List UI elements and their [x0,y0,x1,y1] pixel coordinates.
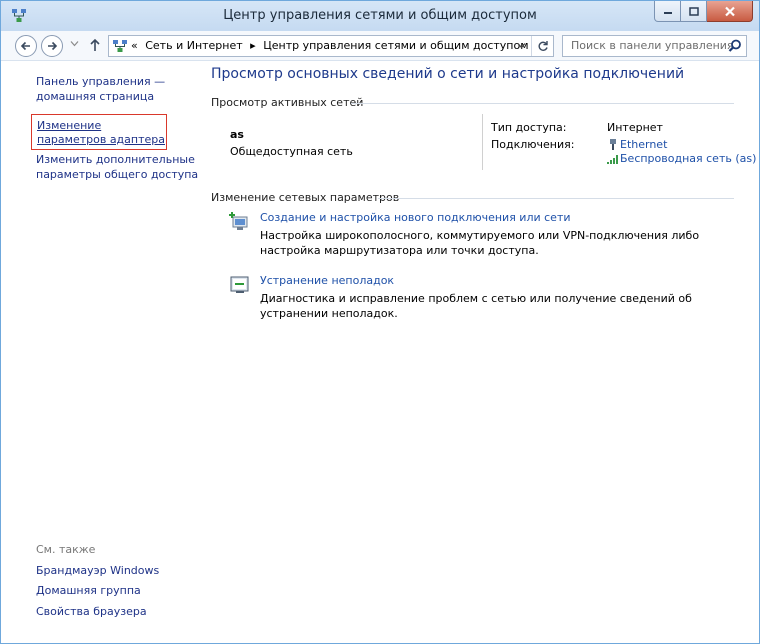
access-type-label: Тип доступа: [491,121,567,134]
recent-locations-dropdown-icon[interactable] [70,40,79,47]
breadcrumb: « Сеть и Интернет ▸ Центр управления сет… [131,39,533,52]
arrow-right-icon [48,41,58,51]
up-arrow-icon[interactable] [89,38,101,52]
search-input[interactable]: Поиск в панели управления [571,39,734,52]
active-networks-heading: Просмотр активных сетей [211,96,364,109]
troubleshoot-link[interactable]: Устранение неполадок [260,274,394,287]
breadcrumb-overflow[interactable]: « [131,39,138,52]
change-settings-heading: Изменение сетевых параметров [211,191,400,204]
network-name: as [230,128,244,141]
refresh-icon [538,41,548,51]
task-new-connection: Создание и настройка нового подключения … [229,211,734,257]
new-connection-icon [229,212,248,230]
minimize-button[interactable] [654,1,681,22]
access-type-value: Интернет [607,121,663,134]
navigation-bar: « Сеть и Интернет ▸ Центр управления сет… [1,31,759,61]
network-location-icon [113,40,127,52]
connections-label: Подключения: [491,138,575,151]
page-title: Просмотр основных сведений о сети и наст… [211,66,685,82]
control-panel-home-link[interactable]: Панель управления — домашняя страница [36,74,196,104]
troubleshoot-description: Диагностика и исправление проблем с сеть… [260,292,692,320]
arrow-left-icon [20,41,30,51]
network-info-divider [482,114,483,170]
wireless-connection-link[interactable]: Беспроводная сеть (as) [607,152,756,165]
windows-firewall-link[interactable]: Брандмауэр Windows [36,564,159,577]
address-bar[interactable]: « Сеть и Интернет ▸ Центр управления сет… [108,35,554,57]
maximize-icon [688,6,699,16]
troubleshoot-icon [230,276,249,293]
search-box[interactable]: Поиск в панели управления [562,35,747,57]
change-adapter-settings-link[interactable]: Изменение параметров адаптера [31,114,167,150]
task-troubleshoot: Устранение неполадок Диагностика и испра… [229,274,734,320]
left-task-pane: Панель управления — домашняя страница Из… [1,62,201,642]
see-also-heading: См. также [36,543,96,556]
wireless-signal-icon [607,155,618,164]
ethernet-icon [610,139,616,150]
ethernet-connection-label: Ethernet [620,138,668,151]
main-content: Просмотр основных сведений о сети и наст… [211,62,756,642]
breadcrumb-item-network-center[interactable]: Центр управления сетями и общим доступом [263,39,528,52]
breadcrumb-item-network-internet[interactable]: Сеть и Интернет [145,39,242,52]
ethernet-connection-link[interactable]: Ethernet [607,138,667,151]
forward-button[interactable] [41,35,63,57]
close-button[interactable] [707,1,753,22]
minimize-icon [663,12,672,14]
section-divider [351,103,734,104]
new-connection-link[interactable]: Создание и настройка нового подключения … [260,211,571,224]
close-icon [724,6,735,16]
new-connection-description: Настройка широкополосного, коммутируемог… [260,229,700,257]
window-controls [654,1,753,23]
back-button[interactable] [15,35,37,57]
homegroup-link[interactable]: Домашняя группа [36,584,141,597]
network-category[interactable]: Общедоступная сеть [230,145,353,158]
maximize-button[interactable] [681,1,707,22]
control-panel-window: Центр управления сетями и общим доступом [0,0,760,644]
advanced-sharing-settings-link[interactable]: Изменить дополнительные параметры общего… [36,152,201,182]
refresh-button[interactable] [531,36,553,56]
address-dropdown-icon[interactable] [517,42,526,49]
breadcrumb-separator: ▸ [250,39,256,52]
browser-properties-link[interactable]: Свойства браузера [36,605,147,618]
title-bar[interactable]: Центр управления сетями и общим доступом [1,1,759,31]
section-divider [378,198,734,199]
search-icon[interactable] [728,39,742,53]
window-title: Центр управления сетями и общим доступом [223,8,537,23]
wireless-connection-label: Беспроводная сеть (as) [620,152,757,165]
